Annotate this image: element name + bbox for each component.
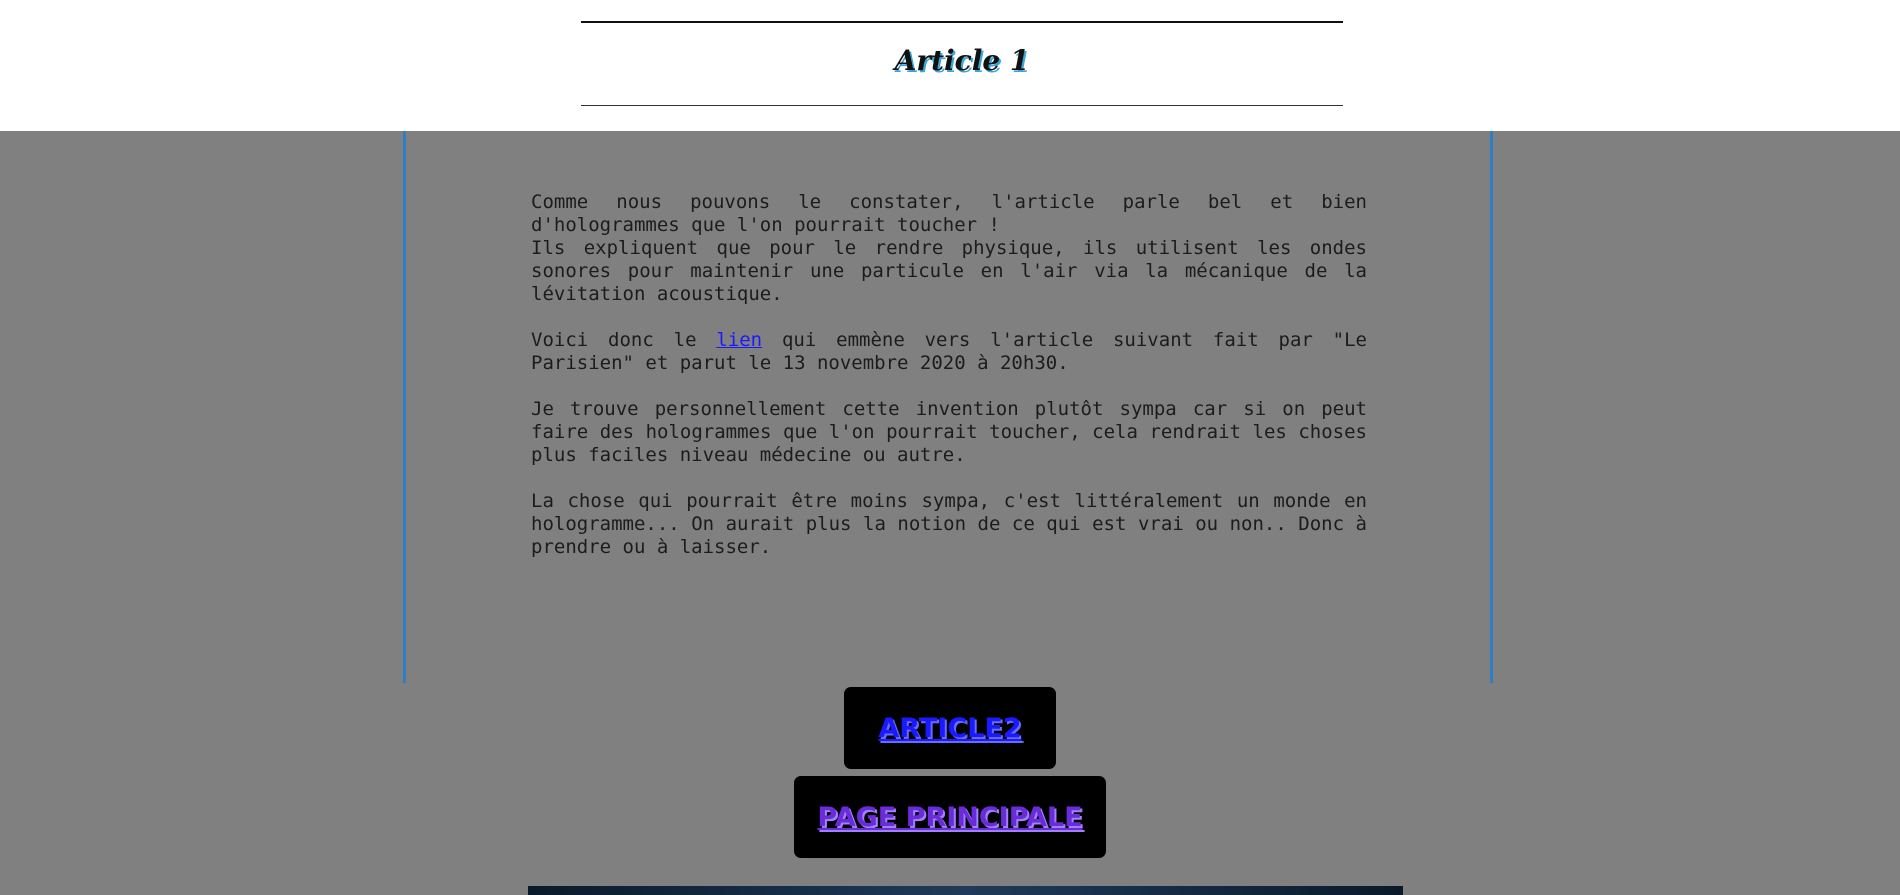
header-top-rule: [581, 21, 1343, 23]
paragraph-text: Voici donc le: [531, 329, 717, 351]
article-paragraph-4: La chose qui pourrait être moins sympa, …: [531, 490, 1367, 558]
paragraph-text: Comme nous pouvons le constater, l'artic…: [531, 191, 1367, 236]
footer-image-strip: [528, 886, 1403, 895]
header-bottom-rule: [581, 105, 1343, 106]
article2-button[interactable]: ARTICLE2: [844, 687, 1056, 769]
main-page-button[interactable]: PAGE PRINCIPALE: [794, 776, 1106, 858]
main-page-link[interactable]: PAGE PRINCIPALE: [817, 802, 1082, 833]
page-title: Article 1: [894, 44, 1030, 77]
article-paragraph-1: Comme nous pouvons le constater, l'artic…: [531, 191, 1367, 306]
article-paragraph-3: Je trouve personnellement cette inventio…: [531, 398, 1367, 466]
article2-link[interactable]: ARTICLE2: [878, 713, 1021, 744]
page-header: Article 1: [0, 0, 1900, 131]
article-paragraph-2: Voici donc le lien qui emmène vers l'art…: [531, 329, 1367, 375]
article-body: Comme nous pouvons le constater, l'artic…: [531, 191, 1367, 582]
paragraph-text: Ils expliquent que pour le rendre physiq…: [531, 237, 1367, 305]
article-link[interactable]: lien: [716, 329, 762, 351]
